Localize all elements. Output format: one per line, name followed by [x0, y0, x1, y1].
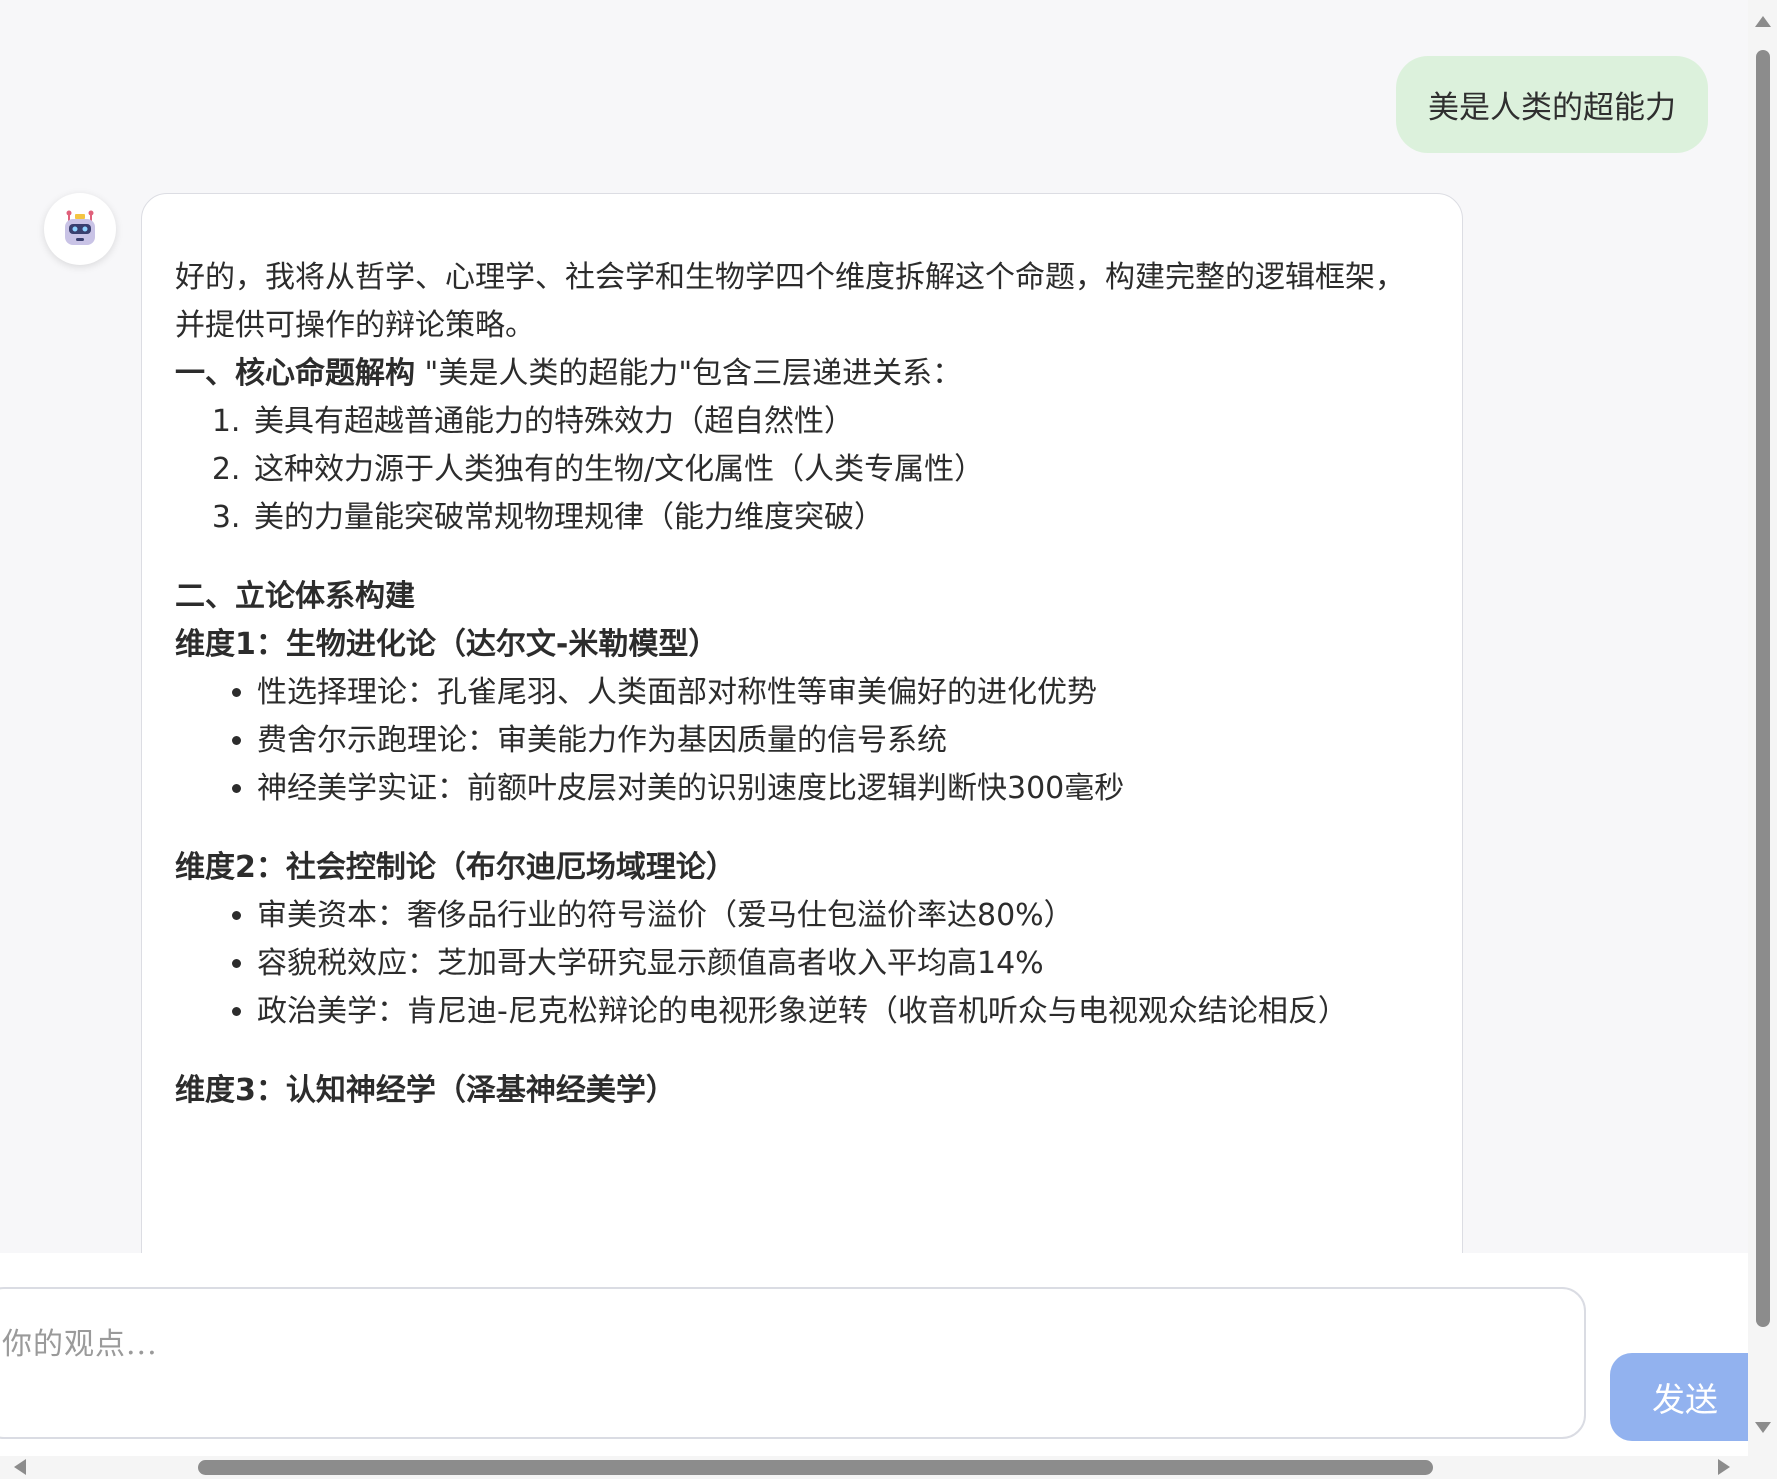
- dimension-1-list: 性选择理论：孔雀尾羽、人类面部对称性等审美偏好的进化优势 费舍尔示跑理论：审美能…: [175, 669, 1422, 813]
- assistant-avatar: [44, 193, 116, 265]
- vertical-scroll-thumb[interactable]: [1756, 50, 1770, 1327]
- dimension-2-list: 审美资本：奢侈品行业的符号溢价（爱马仕包溢价率达80%） 容貌税效应：芝加哥大学…: [175, 892, 1422, 1036]
- list-item: 政治美学：肯尼迪-尼克松辩论的电视形象逆转（收音机听众与电视观众结论相反）: [257, 988, 1422, 1036]
- section-2-title: 二、立论体系构建: [175, 579, 415, 614]
- scroll-up-arrow-icon[interactable]: [1755, 16, 1771, 27]
- list-item: 美具有超越普通能力的特殊效力（超自然性）: [250, 398, 1422, 446]
- list-item: 容貌税效应：芝加哥大学研究显示颜值高者收入平均高14%: [257, 940, 1422, 988]
- horizontal-scroll-thumb[interactable]: [198, 1460, 1433, 1475]
- assistant-message-card: 好的，我将从哲学、心理学、社会学和生物学四个维度拆解这个命题，构建完整的逻辑框架…: [141, 193, 1463, 1253]
- send-button[interactable]: 发送: [1610, 1353, 1748, 1441]
- user-message-bubble: 美是人类的超能力: [1396, 56, 1708, 153]
- list-item: 神经美学实证：前额叶皮层对美的识别速度比逻辑判断快300毫秒: [257, 765, 1422, 813]
- list-item: 美的力量能突破常规物理规律（能力维度突破）: [250, 494, 1422, 542]
- section-1-title: 一、核心命题解构: [175, 356, 415, 391]
- list-item: 审美资本：奢侈品行业的符号溢价（爱马仕包溢价率达80%）: [257, 892, 1422, 940]
- opinion-input-placeholder: 你的观点...: [2, 1327, 158, 1362]
- list-item: 性选择理论：孔雀尾羽、人类面部对称性等审美偏好的进化优势: [257, 669, 1422, 717]
- section-1-list: 美具有超越普通能力的特殊效力（超自然性） 这种效力源于人类独有的生物/文化属性（…: [175, 398, 1422, 542]
- chat-area: 美是人类的超能力 好的，我将从哲学、心理学、社会学和生物学四个维度拆解这个命题，…: [0, 0, 1748, 1253]
- section-1-text: "美是人类的超能力"包含三层递进关系：: [415, 356, 963, 391]
- dimension-2-title: 维度2：社会控制论（布尔迪厄场域理论）: [175, 850, 736, 885]
- vertical-scrollbar[interactable]: [1748, 0, 1777, 1456]
- list-item: 这种效力源于人类独有的生物/文化属性（人类专属性）: [250, 446, 1422, 494]
- dimension-3-title: 维度3：认知神经学（泽基神经美学）: [175, 1073, 676, 1108]
- opinion-input[interactable]: 你的观点...: [0, 1287, 1586, 1439]
- horizontal-scrollbar[interactable]: [0, 1456, 1777, 1479]
- dimension-1-title: 维度1：生物进化论（达尔文-米勒模型）: [175, 627, 719, 662]
- composer-bar: 你的观点... 发送: [0, 1253, 1748, 1456]
- list-item: 费舍尔示跑理论：审美能力作为基因质量的信号系统: [257, 717, 1422, 765]
- robot-icon: [65, 210, 95, 245]
- assistant-intro: 好的，我将从哲学、心理学、社会学和生物学四个维度拆解这个命题，构建完整的逻辑框架…: [175, 260, 1405, 343]
- scroll-down-arrow-icon[interactable]: [1755, 1422, 1771, 1433]
- scroll-left-arrow-icon[interactable]: [14, 1459, 26, 1475]
- scroll-right-arrow-icon[interactable]: [1718, 1459, 1730, 1475]
- section-1-heading: 一、核心命题解构 "美是人类的超能力"包含三层递进关系：: [175, 350, 1422, 398]
